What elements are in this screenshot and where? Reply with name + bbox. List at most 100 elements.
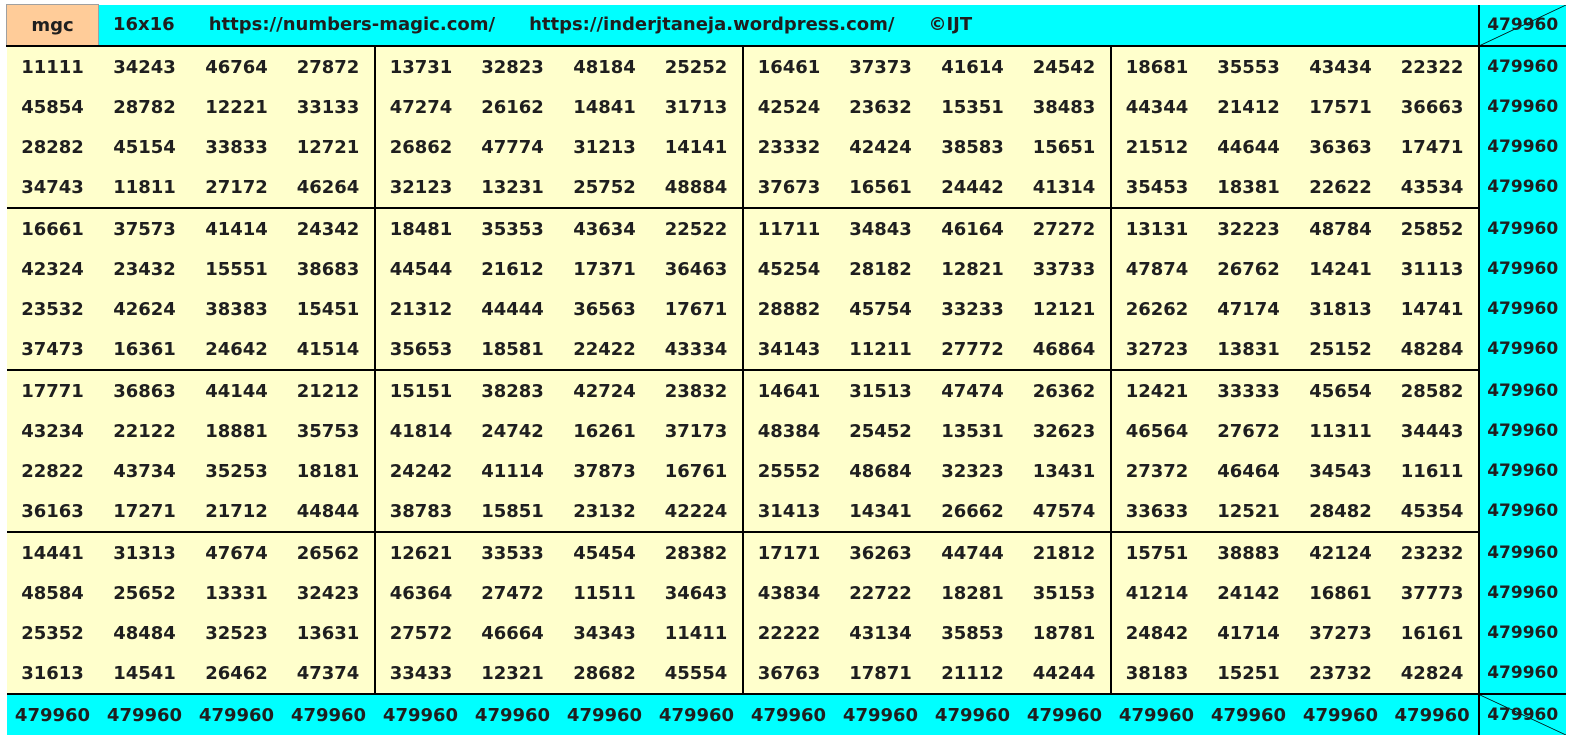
grid-cell[interactable]: 28182 — [834, 249, 927, 289]
grid-cell[interactable]: 43534 — [1386, 167, 1479, 208]
grid-cell[interactable]: 21712 — [190, 491, 283, 532]
grid-cell[interactable]: 13531 — [926, 411, 1019, 451]
grid-cell[interactable]: 16661 — [6, 207, 99, 249]
grid-cell[interactable]: 33533 — [466, 531, 559, 573]
grid-cell[interactable]: 27172 — [190, 167, 283, 208]
grid-cell[interactable]: 25552 — [741, 451, 835, 491]
grid-cell[interactable]: 11811 — [98, 167, 191, 208]
grid-cell[interactable]: 18881 — [190, 411, 283, 451]
grid-cell[interactable]: 34343 — [558, 613, 651, 653]
column-sum-cell[interactable]: 479960 — [834, 693, 927, 735]
grid-cell[interactable]: 14541 — [98, 653, 191, 694]
grid-cell[interactable]: 31413 — [741, 491, 835, 532]
grid-cell[interactable]: 42124 — [1294, 531, 1387, 573]
column-sum-cell[interactable]: 479960 — [6, 693, 99, 735]
grid-cell[interactable]: 28382 — [650, 531, 743, 573]
column-sum-cell[interactable]: 479960 — [466, 693, 559, 735]
grid-cell[interactable]: 33133 — [282, 87, 375, 127]
grid-cell[interactable]: 45354 — [1386, 491, 1479, 532]
grid-cell[interactable]: 32723 — [1109, 329, 1203, 370]
grid-cell[interactable]: 37273 — [1294, 613, 1387, 653]
grid-cell[interactable]: 14841 — [558, 87, 651, 127]
grid-cell[interactable]: 35753 — [282, 411, 375, 451]
grid-cell[interactable]: 32223 — [1202, 207, 1295, 249]
grid-cell[interactable]: 33633 — [1109, 491, 1203, 532]
bottom-corner-sum-cell[interactable]: 479960 — [1477, 693, 1566, 735]
column-sum-cell[interactable]: 479960 — [190, 693, 283, 735]
grid-cell[interactable]: 16461 — [741, 45, 835, 87]
grid-cell[interactable]: 16361 — [98, 329, 191, 370]
grid-cell[interactable]: 15651 — [1018, 127, 1111, 167]
grid-cell[interactable]: 43834 — [741, 573, 835, 613]
grid-cell[interactable]: 12821 — [926, 249, 1019, 289]
grid-cell[interactable]: 12521 — [1202, 491, 1295, 532]
grid-cell[interactable]: 24342 — [282, 207, 375, 249]
grid-cell[interactable]: 11111 — [6, 45, 99, 87]
grid-cell[interactable]: 38383 — [190, 289, 283, 329]
grid-cell[interactable]: 11211 — [834, 329, 927, 370]
grid-cell[interactable]: 21112 — [926, 653, 1019, 694]
grid-cell[interactable]: 48184 — [558, 45, 651, 87]
grid-cell[interactable]: 41414 — [190, 207, 283, 249]
grid-cell[interactable]: 14241 — [1294, 249, 1387, 289]
row-sum-cell[interactable]: 479960 — [1477, 613, 1566, 653]
grid-cell[interactable]: 13831 — [1202, 329, 1295, 370]
grid-cell[interactable]: 44344 — [1109, 87, 1203, 127]
grid-cell[interactable]: 31213 — [558, 127, 651, 167]
grid-cell[interactable]: 38483 — [1018, 87, 1111, 127]
grid-cell[interactable]: 27872 — [282, 45, 375, 87]
grid-cell[interactable]: 26262 — [1109, 289, 1203, 329]
grid-cell[interactable]: 27572 — [373, 613, 467, 653]
grid-cell[interactable]: 35453 — [1109, 167, 1203, 208]
mgc-label-cell[interactable]: mgc — [6, 4, 99, 47]
grid-cell[interactable]: 45754 — [834, 289, 927, 329]
grid-cell[interactable]: 43734 — [98, 451, 191, 491]
grid-cell[interactable]: 13231 — [466, 167, 559, 208]
row-sum-cell[interactable]: 479960 — [1477, 249, 1566, 289]
grid-cell[interactable]: 38683 — [282, 249, 375, 289]
grid-cell[interactable]: 37473 — [6, 329, 99, 370]
grid-cell[interactable]: 24442 — [926, 167, 1019, 208]
grid-cell[interactable]: 26462 — [190, 653, 283, 694]
row-sum-cell[interactable]: 479960 — [1477, 289, 1566, 329]
grid-cell[interactable]: 28882 — [741, 289, 835, 329]
grid-cell[interactable]: 38183 — [1109, 653, 1203, 694]
grid-cell[interactable]: 22422 — [558, 329, 651, 370]
grid-cell[interactable]: 34643 — [650, 573, 743, 613]
grid-cell[interactable]: 46764 — [190, 45, 283, 87]
grid-cell[interactable]: 28682 — [558, 653, 651, 694]
grid-cell[interactable]: 25752 — [558, 167, 651, 208]
grid-cell[interactable]: 42524 — [741, 87, 835, 127]
grid-cell[interactable]: 45554 — [650, 653, 743, 694]
grid-cell[interactable]: 31513 — [834, 369, 927, 411]
grid-cell[interactable]: 18281 — [926, 573, 1019, 613]
grid-cell[interactable]: 12321 — [466, 653, 559, 694]
grid-cell[interactable]: 37873 — [558, 451, 651, 491]
grid-cell[interactable]: 47874 — [1109, 249, 1203, 289]
grid-cell[interactable]: 36263 — [834, 531, 927, 573]
grid-cell[interactable]: 48284 — [1386, 329, 1479, 370]
grid-cell[interactable]: 25152 — [1294, 329, 1387, 370]
grid-cell[interactable]: 41214 — [1109, 573, 1203, 613]
column-sum-cell[interactable]: 479960 — [1294, 693, 1387, 735]
grid-cell[interactable]: 46164 — [926, 207, 1019, 249]
grid-cell[interactable]: 38283 — [466, 369, 559, 411]
grid-cell[interactable]: 47674 — [190, 531, 283, 573]
row-sum-cell[interactable]: 479960 — [1477, 87, 1566, 127]
grid-cell[interactable]: 21212 — [282, 369, 375, 411]
grid-cell[interactable]: 11711 — [741, 207, 835, 249]
grid-cell[interactable]: 17171 — [741, 531, 835, 573]
grid-cell[interactable]: 44744 — [926, 531, 1019, 573]
grid-cell[interactable]: 13431 — [1018, 451, 1111, 491]
grid-cell[interactable]: 28482 — [1294, 491, 1387, 532]
grid-cell[interactable]: 23132 — [558, 491, 651, 532]
grid-cell[interactable]: 28782 — [98, 87, 191, 127]
grid-cell[interactable]: 46664 — [466, 613, 559, 653]
row-sum-cell[interactable]: 479960 — [1477, 531, 1566, 573]
grid-cell[interactable]: 45854 — [6, 87, 99, 127]
grid-cell[interactable]: 15451 — [282, 289, 375, 329]
row-sum-cell[interactable]: 479960 — [1477, 167, 1566, 208]
grid-cell[interactable]: 22522 — [650, 207, 743, 249]
column-sum-cell[interactable]: 479960 — [282, 693, 375, 735]
grid-cell[interactable]: 46864 — [1018, 329, 1111, 370]
